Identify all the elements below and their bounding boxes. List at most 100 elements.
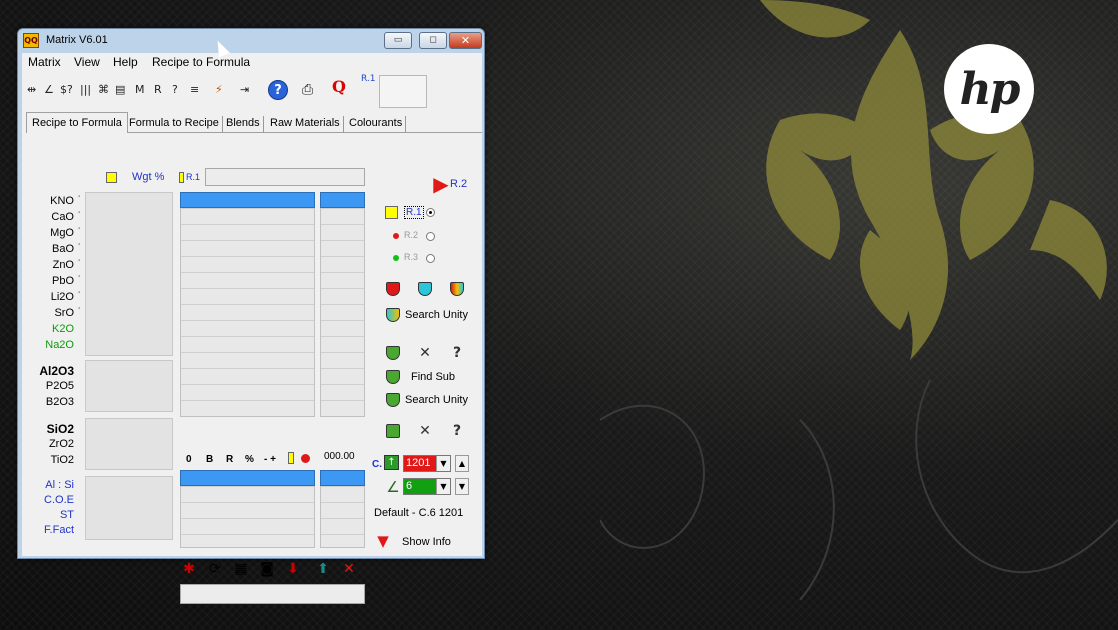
yellow-swatch xyxy=(106,172,117,183)
tab-recipe-to-formula[interactable]: Recipe to Formula xyxy=(26,112,128,133)
search-unity-label-2[interactable]: Search Unity xyxy=(405,394,468,406)
toolbar-lightning-icon[interactable]: ⚡ xyxy=(215,82,223,98)
tick-mark: ' xyxy=(78,274,81,283)
print-icon[interactable]: ⎙ xyxy=(302,82,313,98)
oxide-al2o3: Al2O3 xyxy=(39,364,74,378)
wgt-percent-label: Wgt % xyxy=(132,171,165,183)
oxide-sro: SrO xyxy=(54,307,74,319)
amount-grid[interactable] xyxy=(320,192,365,417)
status-field xyxy=(180,584,365,604)
show-info-arrow-icon[interactable]: ▼ xyxy=(374,532,392,550)
minimize-button[interactable]: ▭ xyxy=(384,32,412,49)
format-red-dot-icon[interactable] xyxy=(301,454,310,463)
toolbar-query-icon[interactable]: ? xyxy=(172,82,178,98)
tab-blends[interactable]: Blends xyxy=(223,116,264,133)
question-lock-icon[interactable]: ? xyxy=(448,422,466,440)
cone-up-icon[interactable]: ↑ xyxy=(384,455,399,470)
oxide-mgo: MgO xyxy=(50,227,74,239)
chevron-down-icon[interactable]: ▼ xyxy=(436,456,450,471)
format-plusminus-button[interactable]: - + xyxy=(264,454,276,465)
lock-icon[interactable] xyxy=(384,422,402,440)
format-swatch[interactable] xyxy=(288,452,294,464)
ratio-al-si: Al : Si xyxy=(45,479,74,491)
toolbar-m-icon[interactable]: M xyxy=(135,82,145,98)
toolbar-calc-icon[interactable]: ▤ xyxy=(115,82,125,98)
search-unity-green-icon[interactable] xyxy=(384,391,402,409)
format-zero-button[interactable]: 0 xyxy=(186,454,192,465)
tick-mark: ' xyxy=(78,242,81,251)
tab-colourants[interactable]: Colourants xyxy=(346,116,407,133)
toolbar-export-icon[interactable]: ⇥ xyxy=(240,82,249,98)
toolbar-grid-icon[interactable]: ⌘ xyxy=(98,82,109,98)
cone-temp-select[interactable]: 1201 ▼ xyxy=(403,455,451,472)
bucket-down-icon[interactable]: ⬇ xyxy=(284,560,302,578)
cross-man-icon[interactable]: ✕ xyxy=(416,344,434,362)
material-grid[interactable] xyxy=(180,192,315,417)
hp-logo: hp xyxy=(944,44,1034,134)
cyan-bucket-icon[interactable] xyxy=(416,280,434,298)
oxide-bao: BaO xyxy=(51,243,74,255)
camera-icon[interactable]: ◙ xyxy=(258,560,276,578)
cone-number-select[interactable]: 6 ▼ xyxy=(403,478,451,495)
help-icon[interactable]: ? xyxy=(268,80,288,100)
menu-help[interactable]: Help xyxy=(113,55,138,69)
toolbar-list-icon[interactable]: ≡ xyxy=(190,82,199,98)
refresh-doc-icon[interactable]: ⟳ xyxy=(206,560,224,578)
r2-radio[interactable] xyxy=(426,232,435,241)
format-percent-button[interactable]: % xyxy=(245,454,254,465)
toolbar-angle-icon[interactable]: ∠ xyxy=(44,82,54,98)
selected-row[interactable] xyxy=(180,192,315,208)
r1-radio[interactable] xyxy=(426,208,435,217)
toolbar: ⇹ ∠ $? ||| ⌘ ▤ M R ? ≡ ⚡ ⇥ ? ⎙ Q R.1 xyxy=(22,72,482,110)
title-bar[interactable]: QQ Matrix V6.01 ▭ ◻ ✕ xyxy=(18,29,484,53)
toolbar-barcode-icon[interactable]: ||| xyxy=(80,82,91,98)
oxide-li2o: Li2O xyxy=(50,291,74,303)
search-unity-label-1[interactable]: Search Unity xyxy=(405,309,468,321)
toolbar-r-icon[interactable]: R xyxy=(154,82,162,98)
lower-selected-row[interactable] xyxy=(180,470,315,486)
tick-mark: ' xyxy=(78,290,81,299)
ratio-st: ST xyxy=(59,509,74,521)
red-bucket-icon[interactable] xyxy=(384,280,402,298)
lower-selected-row-amount[interactable] xyxy=(320,470,365,486)
oxide-b2o3: B2O3 xyxy=(45,396,74,408)
multi-bucket-icon[interactable] xyxy=(448,280,466,298)
maximize-button[interactable]: ◻ xyxy=(419,32,447,49)
q-icon[interactable]: Q xyxy=(332,79,346,95)
bug-icon[interactable]: ✱ xyxy=(180,560,198,578)
r3-radio[interactable] xyxy=(426,254,435,263)
cone-spin-down[interactable]: ▼ xyxy=(455,478,469,495)
app-icon[interactable]: QQ xyxy=(23,33,39,48)
recipe-name-field[interactable] xyxy=(205,168,365,186)
format-bold-button[interactable]: B xyxy=(206,454,213,465)
r1-preview-box xyxy=(379,75,427,108)
menu-matrix[interactable]: Matrix xyxy=(28,55,61,69)
find-sub-label[interactable]: Find Sub xyxy=(411,371,455,383)
show-info-label[interactable]: Show Info xyxy=(402,536,451,548)
bucket-up-icon[interactable]: ⬆ xyxy=(314,560,332,578)
r1-option-label[interactable]: R.1 xyxy=(404,206,424,219)
tab-raw-materials[interactable]: Raw Materials xyxy=(267,116,344,133)
cross-lock-icon[interactable]: ✕ xyxy=(416,422,434,440)
toolbar-arrows-icon[interactable]: ⇹ xyxy=(27,82,36,98)
delete-icon[interactable]: ✕ xyxy=(340,560,358,578)
chevron-down-icon[interactable]: ▼ xyxy=(436,479,450,494)
question-man-icon[interactable]: ? xyxy=(448,344,466,362)
tick-mark: ' xyxy=(78,306,81,315)
tab-formula-to-recipe[interactable]: Formula to Recipe xyxy=(126,116,223,133)
green-man-icon[interactable] xyxy=(384,344,402,362)
selected-row-amount[interactable] xyxy=(320,192,365,208)
stabiliser-values-box xyxy=(85,360,173,412)
find-sub-icon[interactable] xyxy=(384,368,402,386)
toolbar-price-icon[interactable]: $? xyxy=(60,82,73,98)
menu-view[interactable]: View xyxy=(74,55,100,69)
brush-icon[interactable]: ∠ xyxy=(384,478,402,496)
search-unity-icon[interactable] xyxy=(384,306,402,324)
format-r-button[interactable]: R xyxy=(226,454,233,465)
r2-arrow-icon[interactable]: ▶ xyxy=(432,172,450,196)
menu-recipe-to-formula[interactable]: Recipe to Formula xyxy=(152,55,250,69)
calculator-icon[interactable]: ▦ xyxy=(232,560,250,578)
close-button[interactable]: ✕ xyxy=(449,32,482,49)
ratio-ffact: F.Fact xyxy=(44,524,74,536)
cone-spin-up[interactable]: ▲ xyxy=(455,455,469,472)
